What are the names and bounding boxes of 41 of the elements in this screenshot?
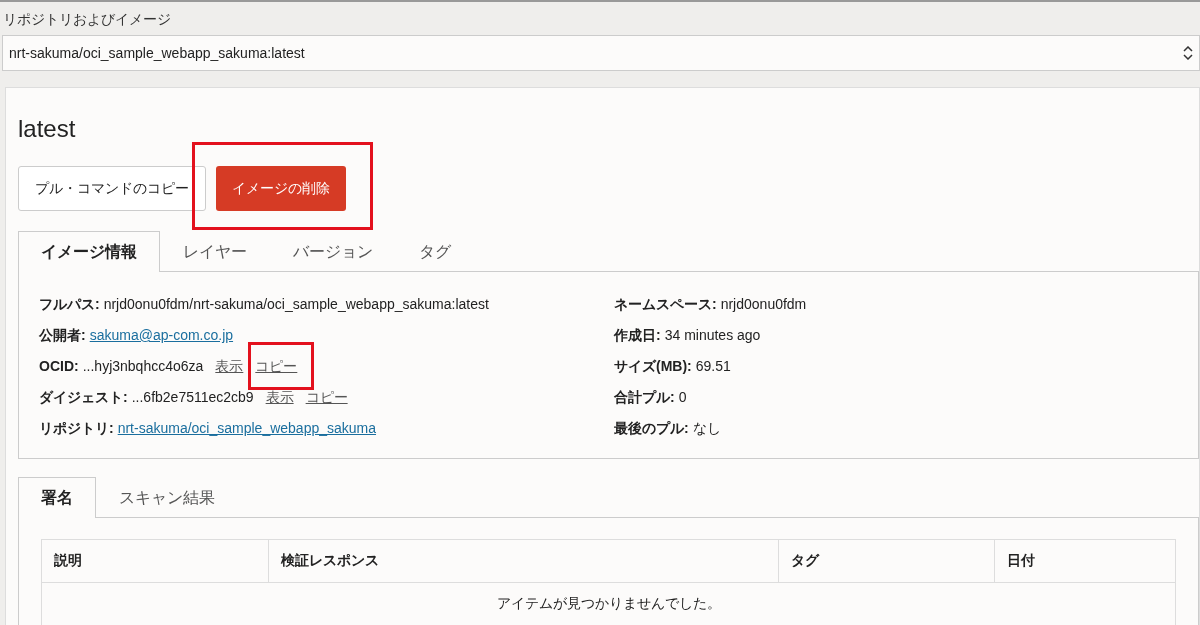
detail-label: ネームスペース: xyxy=(614,296,717,314)
tab[interactable]: 署名 xyxy=(18,477,96,518)
column-header: 検証レスポンス xyxy=(268,539,779,583)
detail-label: サイズ(MB): xyxy=(614,358,692,376)
detail-link[interactable]: sakuma@ap-com.co.jp xyxy=(89,327,234,343)
tab[interactable]: バージョン xyxy=(270,232,396,272)
column-header: タグ xyxy=(778,539,995,583)
empty-message: アイテムが見つかりませんでした。 xyxy=(41,582,1176,625)
delete-button[interactable]: イメージの削除 xyxy=(216,166,346,211)
detail-link[interactable]: nrt-sakuma/oci_sample_webapp_sakuma xyxy=(117,420,377,436)
detail-label: OCID: xyxy=(39,358,79,374)
text-link[interactable]: コピー xyxy=(305,389,348,407)
column-header: 日付 xyxy=(994,539,1176,583)
up-down-chevron-icon xyxy=(1183,46,1193,60)
detail-value: nrjd0onu0fdm/nrt-sakuma/oci_sample_webapp_sakuma:latest xyxy=(103,296,489,312)
repository-select[interactable]: nrt-sakuma/oci_sample_webapp_sakuma:latest xyxy=(2,35,1200,71)
detail-label: 合計プル: xyxy=(614,389,675,407)
text-link[interactable]: 表示 xyxy=(265,389,294,407)
detail-label: 公開者: xyxy=(39,327,86,345)
text-link[interactable]: コピー xyxy=(255,358,298,376)
detail-value: なし xyxy=(692,420,721,438)
detail-value: ...hyj3nbqhcc4o6za xyxy=(82,358,204,374)
detail-value: 34 minutes ago xyxy=(664,327,761,343)
tab[interactable]: イメージ情報 xyxy=(18,231,160,272)
detail-label: ダイジェスト: xyxy=(39,389,128,407)
field-label: リポジトリおよびイメージ xyxy=(2,11,172,29)
page-title: latest xyxy=(18,115,76,143)
detail-value: 0 xyxy=(678,389,687,405)
tab[interactable]: タグ xyxy=(396,232,474,272)
detail-value: ...6fb2e7511ec2cb9 xyxy=(131,389,254,405)
text-link[interactable]: 表示 xyxy=(215,358,244,376)
tab[interactable]: レイヤー xyxy=(160,232,270,272)
detail-label: 最後のプル: xyxy=(614,420,689,438)
detail-value: 69.51 xyxy=(695,358,731,374)
detail-label: 作成日: xyxy=(614,327,661,345)
detail-label: フルパス: xyxy=(39,296,100,314)
detail-label: リポジトリ: xyxy=(39,420,114,438)
detail-value: nrjd0onu0fdm xyxy=(720,296,807,312)
column-header: 説明 xyxy=(41,539,269,583)
copy-button[interactable]: プル・コマンドのコピー xyxy=(18,166,206,211)
tab[interactable]: スキャン結果 xyxy=(96,478,238,518)
